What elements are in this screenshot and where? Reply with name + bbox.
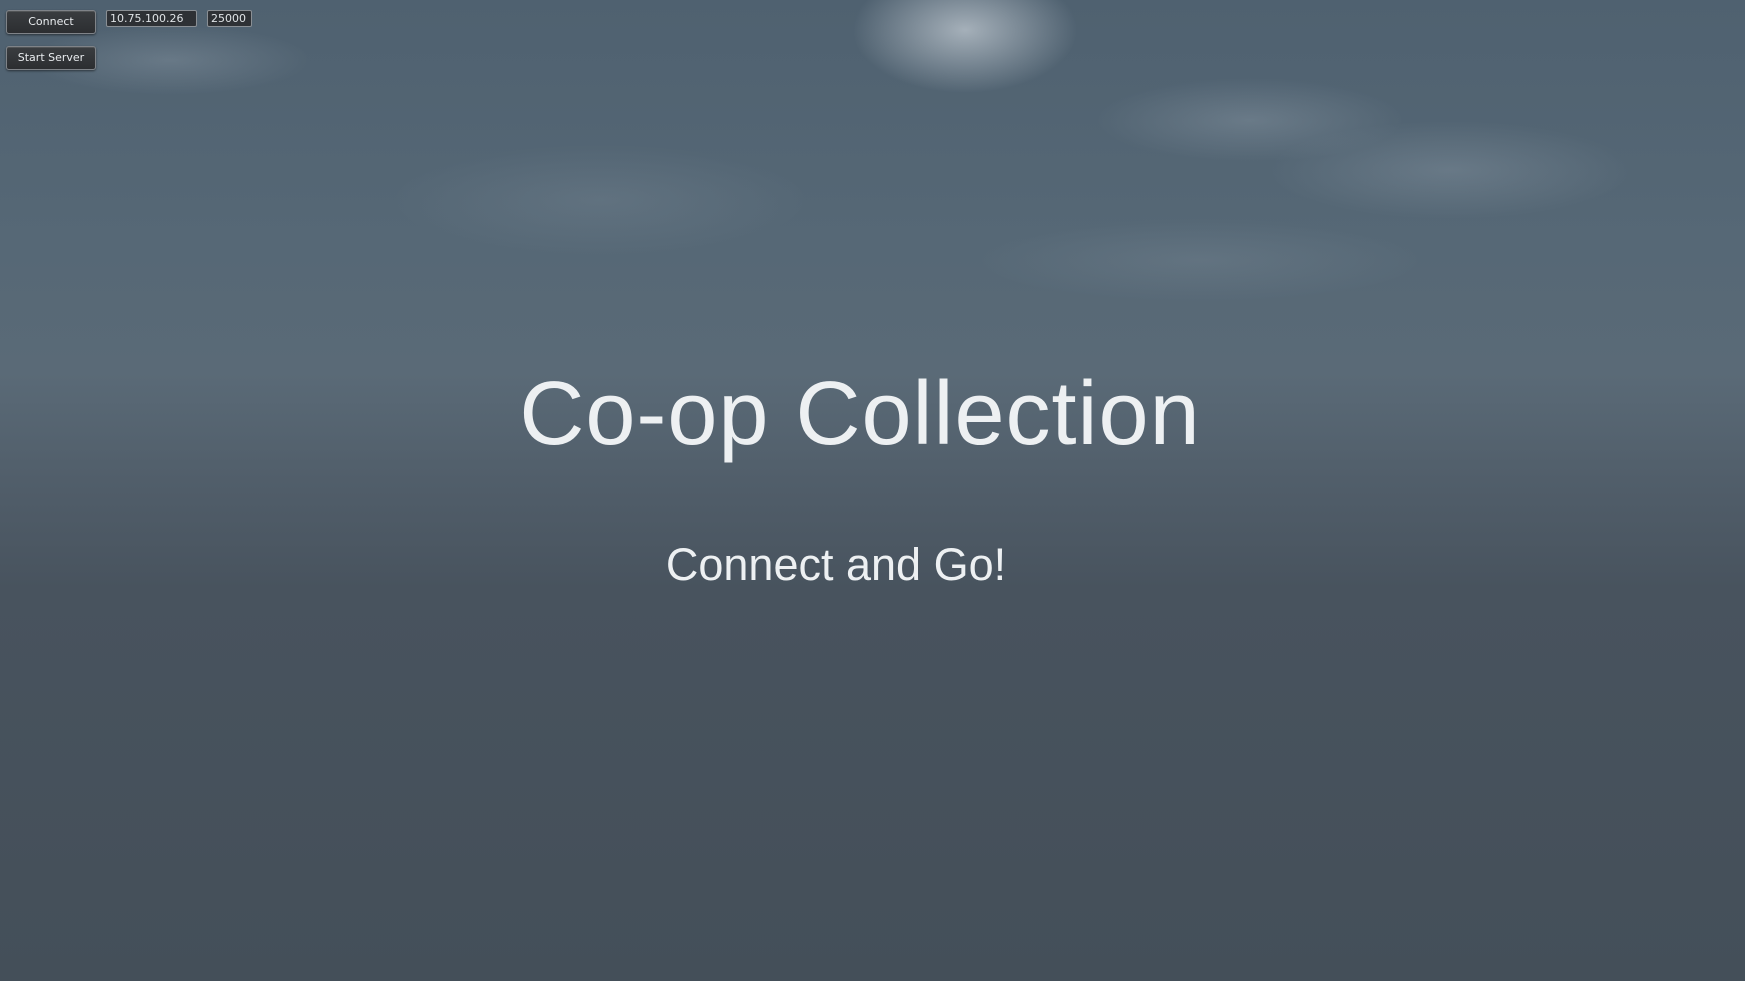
sky-background	[0, 0, 1745, 981]
port-input[interactable]	[207, 10, 252, 27]
start-server-button[interactable]: Start Server	[6, 46, 96, 70]
game-title: Co-op Collection	[519, 364, 1201, 464]
connect-button[interactable]: Connect	[6, 10, 96, 34]
subtitle-message: Connect and Go!	[665, 539, 1007, 590]
ip-address-input[interactable]	[106, 10, 197, 27]
